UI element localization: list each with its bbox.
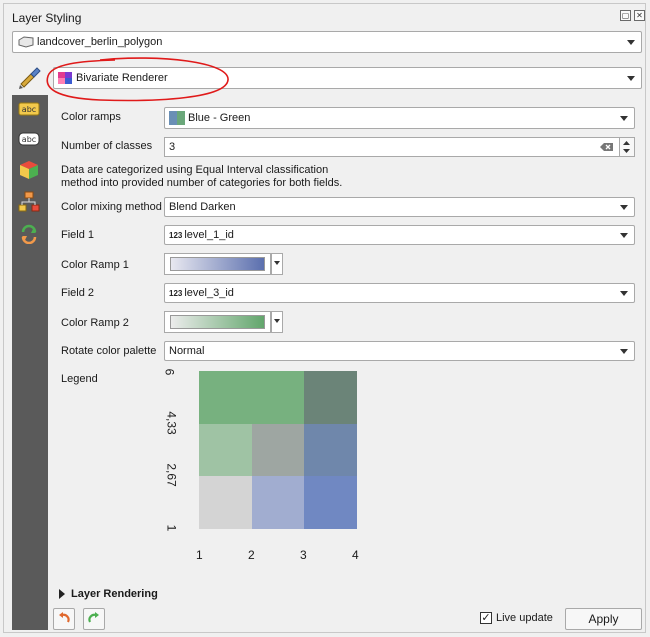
color-ramps-value: Blue - Green [188,112,251,124]
legend-cell [199,476,252,529]
mixing-value: Blend Darken [169,201,236,213]
float-panel-icon[interactable]: ▢ [620,10,631,21]
ramp1-label: Color Ramp 1 [61,259,129,271]
mixing-label: Color mixing method [61,201,162,213]
legend-y-tick: 6 [162,368,177,376]
spin-arrows-icon [623,141,630,153]
layer-select[interactable]: landcover_berlin_polygon [12,31,642,53]
field2-label: Field 2 [61,287,95,299]
numeric-field-icon: 123 [169,288,183,298]
legend-cell [199,423,252,477]
num-classes-label: Number of classes [61,140,153,152]
color-ramps-label: Color ramps [61,111,121,123]
legend-y-tick: 1 [164,524,179,532]
expand-triangle-icon [59,589,65,600]
live-update-label: Live update [496,612,553,624]
ramp1-gradient [170,257,265,271]
polygon-layer-icon [18,36,34,48]
chevron-down-icon [620,116,628,121]
chevron-down-icon [620,233,628,238]
legend-x-tick: 1 [196,548,203,562]
chevron-down-icon [620,205,628,210]
num-classes-spinbox[interactable]: 3 [164,137,635,157]
mixing-select[interactable]: Blend Darken [164,197,635,217]
chevron-down-icon [627,76,635,81]
close-panel-icon[interactable]: ✕ [634,10,645,21]
3d-view-tab[interactable] [17,159,41,181]
paintbrush-icon [19,67,41,89]
ramp2-dropdown[interactable] [271,311,283,333]
history-tab[interactable] [17,223,41,245]
chevron-down-icon [620,291,628,296]
chevron-down-icon [627,40,635,45]
ramp2-button[interactable] [164,311,271,333]
style-tabs-sidebar: abc abc [12,95,48,630]
chevron-down-icon [274,319,280,323]
live-update-checkbox[interactable]: ✓ [480,612,492,624]
rotate-value: Normal [169,345,205,357]
field1-value: level_1_id [184,229,234,241]
legend-cell [251,371,305,424]
chevron-down-icon [274,261,280,265]
legend-x-tick: 3 [300,548,307,562]
svg-text:abc: abc [22,105,36,114]
legend-y-tick: 4,33 [164,411,179,435]
numeric-field-icon: 123 [169,230,183,240]
ramp-swatch-icon [169,111,185,125]
label-abc-icon: abc [18,102,40,116]
hierarchy-icon [18,191,40,212]
legend-x-tick: 2 [248,548,255,562]
spin-stepper[interactable] [620,137,635,157]
undo-icon [59,612,70,623]
legend-cell [304,423,357,477]
apply-button[interactable]: Apply [565,608,642,630]
classification-description: Data are categorized using Equal Interva… [61,164,343,189]
legend-cell [304,371,357,424]
ramp1-button[interactable] [164,253,271,275]
clear-icon[interactable] [600,142,614,152]
redo-button[interactable] [83,608,105,630]
ramp2-gradient [170,315,265,329]
masks-tab[interactable]: abc [17,128,41,150]
legend-label: Legend [61,373,98,385]
redo-icon [88,612,99,623]
legend-cell [251,423,305,477]
diagrams-tab[interactable] [17,191,41,213]
layer-rendering-section[interactable]: Layer Rendering [59,588,158,600]
legend-cell [251,476,305,529]
color-ramps-select[interactable]: Blue - Green [164,107,635,129]
undo-button[interactable] [53,608,75,630]
labels-tab[interactable]: abc [17,98,41,120]
legend-cell [199,371,252,424]
num-classes-input[interactable]: 3 [164,137,620,157]
rotate-select[interactable]: Normal [164,341,635,361]
legend-x-tick: 4 [352,548,359,562]
ramp2-label: Color Ramp 2 [61,317,129,329]
chevron-down-icon [620,349,628,354]
renderer-select[interactable]: Bivariate Renderer [53,67,642,89]
renderer-name: Bivariate Renderer [76,72,168,84]
cube-icon [20,161,38,179]
symbology-tab[interactable] [12,60,48,95]
bivariate-legend-grid [199,371,357,529]
legend-y-tick: 2,67 [164,463,179,487]
field2-value: level_3_id [184,287,234,299]
rotate-label: Rotate color palette [61,345,157,357]
field1-select[interactable]: 123 level_1_id [164,225,635,245]
ramp1-dropdown[interactable] [271,253,283,275]
layer-name: landcover_berlin_polygon [37,36,163,48]
history-arrows-icon [21,224,37,244]
field2-select[interactable]: 123 level_3_id [164,283,635,303]
field1-label: Field 1 [61,229,95,241]
svg-text:abc: abc [22,135,36,144]
bivariate-renderer-icon [58,72,72,84]
section-title: Layer Rendering [71,588,158,600]
panel-title: Layer Styling [12,11,82,25]
legend-cell [304,476,357,529]
mask-abc-icon: abc [18,132,40,146]
